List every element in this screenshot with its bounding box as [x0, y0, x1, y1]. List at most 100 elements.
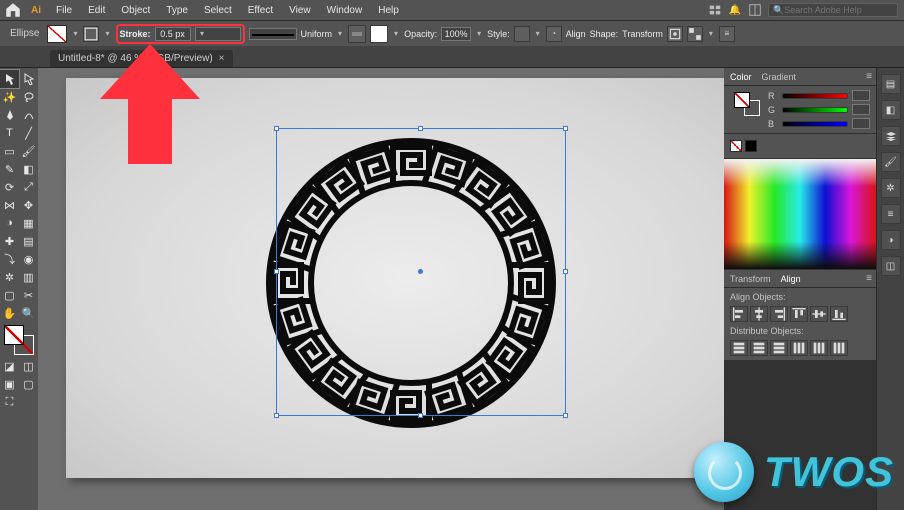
curvature-tool[interactable]	[19, 106, 38, 124]
menu-object[interactable]: Object	[115, 5, 156, 16]
dist-right-icon[interactable]	[830, 340, 848, 356]
width-tool[interactable]: ⋈	[0, 196, 19, 214]
tab-gradient[interactable]: Gradient	[762, 72, 797, 82]
screen-mode-icon[interactable]: ⛶	[0, 393, 19, 411]
graphic-styles-icon[interactable]: ◫	[881, 256, 901, 276]
panel-menu-icon[interactable]: ≡	[866, 273, 872, 284]
slice-tool[interactable]: ✂	[19, 286, 38, 304]
rotate-tool[interactable]: ⟳	[0, 178, 19, 196]
notifications-icon[interactable]: 🔔	[728, 3, 742, 17]
menu-view[interactable]: View	[283, 5, 317, 16]
fill-swatch-chevron-icon[interactable]: ▾	[71, 29, 79, 38]
tab-color[interactable]: Color	[730, 72, 752, 82]
eyedropper-tool[interactable]: ⤵	[0, 250, 19, 268]
menu-help[interactable]: Help	[372, 5, 405, 16]
profile-chevron-icon[interactable]: ▾	[336, 29, 344, 38]
color-spectrum[interactable]	[724, 159, 876, 269]
selection-tool[interactable]	[0, 70, 19, 88]
paintbrush-tool[interactable]: 🖌	[19, 142, 38, 160]
perspective-tool[interactable]: ▦	[19, 214, 38, 232]
gradient-tool[interactable]: ▤	[19, 232, 38, 250]
brush-swatch[interactable]	[370, 25, 388, 43]
brushes-icon[interactable]: 🖌	[881, 152, 901, 172]
symbols-icon[interactable]: ✲	[881, 178, 901, 198]
slider-b[interactable]	[782, 121, 848, 127]
control-menu-chevron-icon[interactable]: ▾	[707, 29, 715, 38]
menu-effect[interactable]: Effect	[242, 5, 279, 16]
artboard-tool[interactable]: ▢	[0, 286, 19, 304]
rectangle-tool[interactable]: ▭	[0, 142, 19, 160]
stroke-panel-icon[interactable]: ≡	[881, 204, 901, 224]
menu-edit[interactable]: Edit	[82, 5, 111, 16]
free-transform-tool[interactable]: ✥	[19, 196, 38, 214]
align-right-icon[interactable]	[770, 306, 788, 322]
fill-swatch[interactable]	[47, 25, 67, 43]
style-chevron-icon[interactable]: ▾	[534, 29, 542, 38]
appearance-icon[interactable]: ◑	[881, 230, 901, 250]
selection-bounding-box[interactable]	[276, 128, 566, 416]
align-vcenter-icon[interactable]	[810, 306, 828, 322]
align-label[interactable]: Align	[566, 29, 586, 39]
swatch-black[interactable]	[745, 140, 757, 152]
dist-bottom-icon[interactable]	[770, 340, 788, 356]
align-top-icon[interactable]	[790, 306, 808, 322]
layers-icon[interactable]	[881, 126, 901, 146]
color-mode-icon[interactable]: ◪	[0, 357, 19, 375]
fill-indicator[interactable]	[4, 325, 24, 345]
scale-tool[interactable]: ⤢	[19, 178, 38, 196]
direct-selection-tool[interactable]	[19, 70, 38, 88]
help-search[interactable]: 🔍	[768, 3, 898, 17]
graphic-style-swatch[interactable]	[514, 26, 530, 42]
eraser-tool[interactable]: ◧	[19, 160, 38, 178]
line-segment-tool[interactable]: ╱	[19, 124, 38, 142]
pen-tool[interactable]	[0, 106, 19, 124]
isolate-object-icon[interactable]	[667, 26, 683, 42]
brush-definition[interactable]	[348, 25, 366, 43]
slider-r[interactable]	[782, 93, 848, 99]
home-icon[interactable]	[4, 1, 22, 19]
transform-label[interactable]: Transform	[622, 29, 663, 39]
magic-wand-tool[interactable]: ✨	[0, 88, 19, 106]
menu-file[interactable]: File	[50, 5, 78, 16]
fill-stroke-indicator[interactable]	[4, 325, 34, 355]
libraries-icon[interactable]: ▤	[881, 74, 901, 94]
dist-vcenter-icon[interactable]	[750, 340, 768, 356]
stroke-weight-field[interactable]: 0.5 px	[155, 27, 191, 41]
panel-menu-icon[interactable]: ≡	[866, 71, 872, 82]
slider-g-value[interactable]	[852, 104, 870, 115]
blend-tool[interactable]: ◉	[19, 250, 38, 268]
panel-fill-stroke[interactable]	[734, 92, 760, 116]
opacity-chevron-icon[interactable]: ▾	[475, 29, 483, 38]
align-hcenter-icon[interactable]	[750, 306, 768, 322]
edit-contents-icon[interactable]	[687, 26, 703, 42]
brush-chevron-icon[interactable]: ▾	[392, 29, 400, 38]
slider-b-value[interactable]	[852, 118, 870, 129]
dist-left-icon[interactable]	[790, 340, 808, 356]
dist-hcenter-icon[interactable]	[810, 340, 828, 356]
pencil-tool[interactable]: ✎	[0, 160, 19, 178]
properties-icon[interactable]: ◧	[881, 100, 901, 120]
column-graph-tool[interactable]: ▥	[19, 268, 38, 286]
draw-mode-behind-icon[interactable]: ▢	[19, 375, 38, 393]
type-tool[interactable]: T	[0, 124, 19, 142]
menu-select[interactable]: Select	[198, 5, 238, 16]
shape-builder-tool[interactable]: ◑	[0, 214, 19, 232]
dist-top-icon[interactable]	[730, 340, 748, 356]
mesh-tool[interactable]: ✚	[0, 232, 19, 250]
tab-transform[interactable]: Transform	[730, 274, 771, 284]
hand-tool[interactable]: ✋	[0, 304, 19, 322]
stroke-swatch-chevron-icon[interactable]: ▾	[103, 29, 111, 38]
draw-mode-normal-icon[interactable]: ▣	[0, 375, 19, 393]
symbol-sprayer-tool[interactable]: ✲	[0, 268, 19, 286]
arrange-docs-icon[interactable]	[748, 3, 762, 17]
gradient-mode-icon[interactable]: ◫	[19, 357, 38, 375]
align-left-icon[interactable]	[730, 306, 748, 322]
menu-window[interactable]: Window	[321, 5, 369, 16]
stroke-weight-dropdown[interactable]: ▾	[195, 27, 241, 41]
slider-r-value[interactable]	[852, 90, 870, 101]
slider-g[interactable]	[782, 107, 848, 113]
control-extra-icon[interactable]: ≡	[719, 26, 735, 42]
shape-label2[interactable]: Shape:	[590, 29, 619, 39]
help-search-input[interactable]	[784, 5, 893, 15]
variable-width-profile[interactable]	[249, 28, 297, 40]
